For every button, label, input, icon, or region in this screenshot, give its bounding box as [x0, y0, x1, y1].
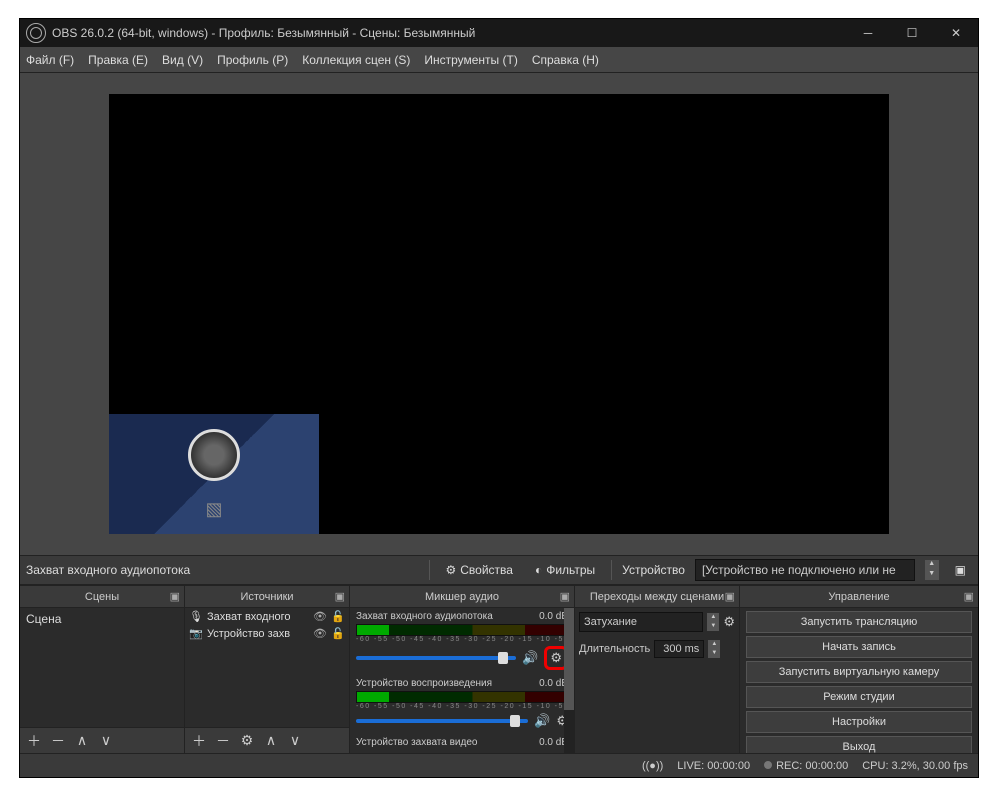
- obs-logo-icon: [188, 429, 240, 481]
- remove-source-button[interactable]: －: [213, 731, 233, 751]
- preview-source-overlay[interactable]: ▧: [109, 414, 319, 534]
- transitions-body: Затухание ▲▼ ⚙ Длительность ▲▼: [575, 608, 739, 753]
- move-up-button[interactable]: ∧: [261, 732, 281, 749]
- dock-icon[interactable]: ▣: [170, 590, 180, 603]
- menu-edit[interactable]: Правка (E): [88, 53, 148, 67]
- settings-button[interactable]: Настройки: [746, 711, 972, 733]
- filters-button[interactable]: ◐ Фильтры: [529, 560, 601, 580]
- menu-tools[interactable]: Инструменты (T): [424, 53, 517, 67]
- mic-icon: 🎙: [189, 610, 203, 623]
- volume-slider[interactable]: [356, 656, 516, 660]
- remove-scene-button[interactable]: －: [48, 731, 68, 751]
- add-scene-button[interactable]: ＋: [24, 731, 44, 751]
- mixer-header: Микшер аудио ▣: [350, 586, 574, 608]
- scenes-panel: Сцены ▣ Сцена ＋ － ∧ ∨: [20, 586, 185, 753]
- camera-icon: 📷: [189, 627, 203, 640]
- sources-panel: Источники ▣ 🎙 Захват входного 👁 🔓 📷 Устр…: [185, 586, 350, 753]
- close-button[interactable]: ✕: [934, 19, 978, 47]
- mixer-track: Устройство воспроизведения0.0 dB -60 -55…: [350, 675, 574, 734]
- device-dropdown[interactable]: [Устройство не подключено или не: [695, 559, 915, 581]
- window-title: OBS 26.0.2 (64-bit, windows) - Профиль: …: [52, 26, 846, 40]
- move-up-button[interactable]: ∧: [72, 732, 92, 749]
- rec-dot-icon: [764, 761, 772, 769]
- source-item[interactable]: 🎙 Захват входного 👁 🔓: [185, 608, 349, 625]
- studio-mode-button[interactable]: Режим студии: [746, 686, 972, 708]
- speaker-icon[interactable]: 🔊: [534, 713, 550, 729]
- scrollbar[interactable]: [564, 608, 574, 753]
- separator: [429, 560, 430, 580]
- mixer-body: Захват входного аудиопотока0.0 dB -60 -5…: [350, 608, 574, 753]
- gear-icon[interactable]: ⚙: [723, 614, 735, 630]
- transition-dropdown[interactable]: Затухание: [579, 612, 703, 632]
- duration-input[interactable]: [654, 640, 704, 658]
- device-label: Устройство: [622, 563, 685, 577]
- scenes-header: Сцены ▣: [20, 586, 184, 608]
- controls-header: Управление ▣: [740, 586, 978, 608]
- preview-area: ▧: [20, 73, 978, 555]
- camera-off-icon: ▧: [205, 499, 222, 520]
- volume-meter: [356, 624, 568, 636]
- mixer-track: Устройство захвата видео0.0 dB: [350, 734, 574, 753]
- transitions-panel: Переходы между сценами ▣ Затухание ▲▼ ⚙ …: [575, 586, 740, 753]
- eye-icon[interactable]: 👁: [313, 610, 327, 623]
- cpu-status: CPU: 3.2%, 30.00 fps: [862, 760, 968, 772]
- maximize-button[interactable]: ☐: [890, 19, 934, 47]
- mixer-track: Захват входного аудиопотока0.0 dB -60 -5…: [350, 608, 574, 675]
- mixer-panel: Микшер аудио ▣ Захват входного аудиопото…: [350, 586, 575, 753]
- source-toolbar: Захват входного аудиопотока ⚙ Свойства ◐…: [20, 555, 978, 585]
- panels: Сцены ▣ Сцена ＋ － ∧ ∨ Источники ▣ 🎙 Зах: [20, 585, 978, 753]
- sources-list[interactable]: 🎙 Захват входного 👁 🔓 📷 Устройство захв …: [185, 608, 349, 727]
- live-status: LIVE: 00:00:00: [677, 760, 750, 772]
- sources-header: Источники ▣: [185, 586, 349, 608]
- minimize-button[interactable]: ─: [846, 19, 890, 47]
- volume-slider[interactable]: [356, 719, 528, 723]
- add-source-button[interactable]: ＋: [189, 731, 209, 751]
- duration-label: Длительность: [579, 643, 650, 655]
- obs-logo-icon: [26, 23, 46, 43]
- move-down-button[interactable]: ∨: [285, 732, 305, 749]
- menubar: Файл (F) Правка (E) Вид (V) Профиль (P) …: [20, 47, 978, 73]
- transition-spin[interactable]: ▲▼: [707, 613, 719, 631]
- start-record-button[interactable]: Начать запись: [746, 636, 972, 658]
- controls-panel: Управление ▣ Запустить трансляцию Начать…: [740, 586, 978, 753]
- dock-toggle-button[interactable]: ▣: [949, 560, 972, 580]
- menu-profile[interactable]: Профиль (P): [217, 53, 288, 67]
- dock-icon[interactable]: ▣: [560, 590, 570, 603]
- menu-scenes[interactable]: Коллекция сцен (S): [302, 53, 410, 67]
- source-item[interactable]: 📷 Устройство захв 👁 🔓: [185, 625, 349, 642]
- move-down-button[interactable]: ∨: [96, 732, 116, 749]
- lock-icon[interactable]: 🔓: [331, 610, 345, 623]
- duration-spin[interactable]: ▲▼: [708, 640, 720, 658]
- exit-button[interactable]: Выход: [746, 736, 972, 753]
- app-window: OBS 26.0.2 (64-bit, windows) - Профиль: …: [19, 18, 979, 778]
- properties-button[interactable]: ⚙ Свойства: [440, 560, 519, 580]
- dock-icon[interactable]: ▣: [335, 590, 345, 603]
- controls-body: Запустить трансляцию Начать запись Запус…: [740, 608, 978, 753]
- menu-help[interactable]: Справка (H): [532, 53, 599, 67]
- transitions-header: Переходы между сценами ▣: [575, 586, 739, 608]
- scene-item[interactable]: Сцена: [20, 608, 184, 630]
- volume-meter: [356, 691, 568, 703]
- titlebar: OBS 26.0.2 (64-bit, windows) - Профиль: …: [20, 19, 978, 47]
- source-settings-button[interactable]: ⚙: [237, 732, 257, 749]
- broadcast-icon: ((●)): [642, 760, 663, 772]
- eye-icon[interactable]: 👁: [313, 627, 327, 640]
- scenes-list[interactable]: Сцена: [20, 608, 184, 727]
- lock-icon[interactable]: 🔓: [331, 627, 345, 640]
- menu-file[interactable]: Файл (F): [26, 53, 74, 67]
- speaker-icon[interactable]: 🔊: [522, 650, 538, 666]
- selected-source-label: Захват входного аудиопотока: [26, 563, 190, 577]
- preview-canvas[interactable]: ▧: [109, 94, 889, 534]
- device-spin[interactable]: ▲▼: [925, 560, 939, 580]
- statusbar: ((●)) LIVE: 00:00:00 REC: 00:00:00 CPU: …: [20, 753, 978, 777]
- start-stream-button[interactable]: Запустить трансляцию: [746, 611, 972, 633]
- start-vcam-button[interactable]: Запустить виртуальную камеру: [746, 661, 972, 683]
- dock-icon[interactable]: ▣: [964, 590, 974, 603]
- separator: [611, 560, 612, 580]
- menu-view[interactable]: Вид (V): [162, 53, 203, 67]
- rec-status: REC: 00:00:00: [776, 760, 848, 772]
- dock-icon[interactable]: ▣: [725, 590, 735, 603]
